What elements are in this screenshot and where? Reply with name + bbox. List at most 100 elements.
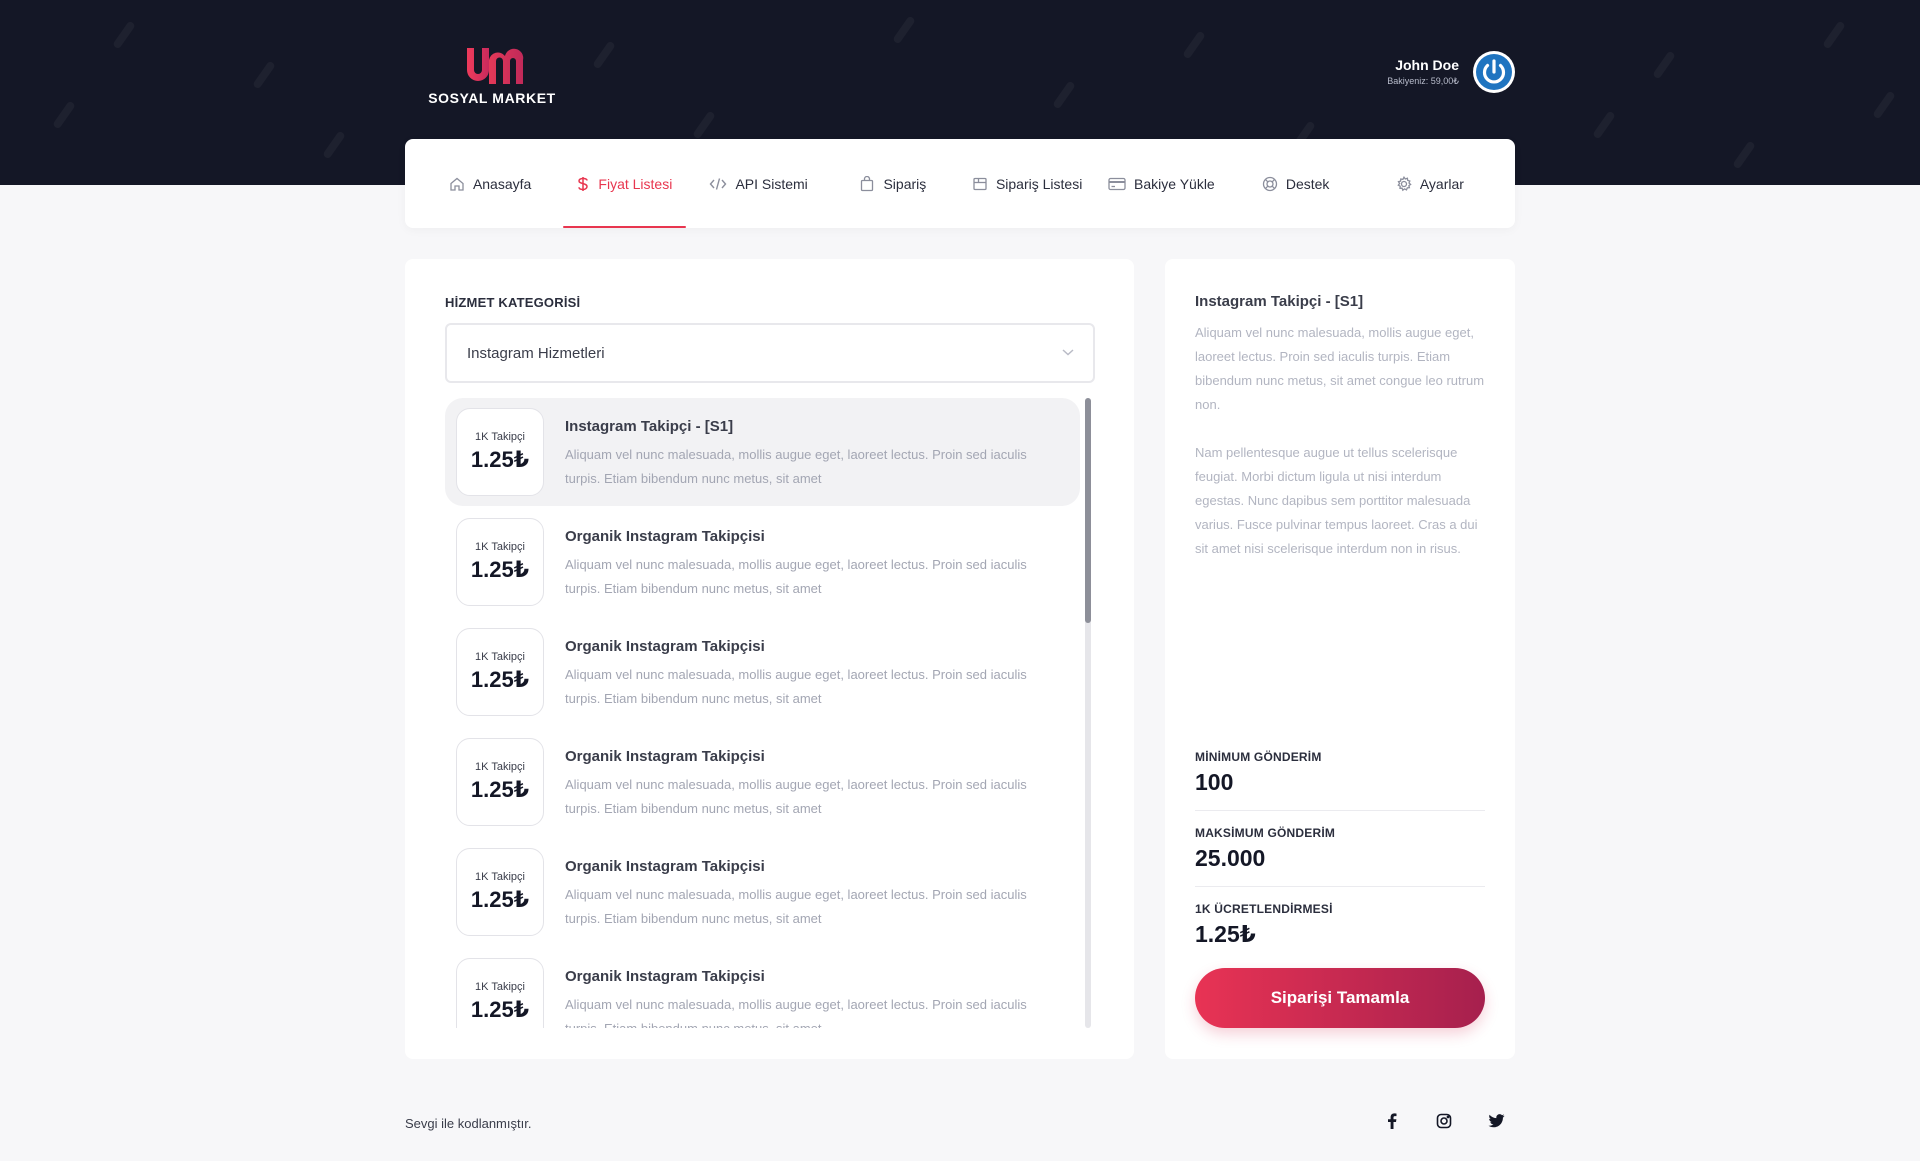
facebook-link[interactable] bbox=[1381, 1110, 1403, 1132]
nav-label: Fiyat Listesi bbox=[598, 175, 673, 192]
nav-item-bakiye-yukle[interactable]: Bakiye Yükle bbox=[1094, 139, 1228, 228]
service-description: Aliquam vel nunc malesuada, mollis augue… bbox=[565, 447, 1027, 486]
price-unit: 1K Takipçi bbox=[475, 651, 525, 663]
service-list[interactable]: 1K Takipçi 1.25₺ Instagram Takipçi - [S1… bbox=[445, 398, 1095, 1028]
category-label: HİZMET KATEGORİSİ bbox=[445, 295, 581, 310]
service-item[interactable]: 1K Takipçi 1.25₺ Instagram Takipçi - [S1… bbox=[445, 398, 1080, 506]
service-title: Instagram Takipçi - [S1] bbox=[565, 418, 734, 435]
max-order-stat: MAKSİMUM GÖNDERİM 25.000 bbox=[1195, 826, 1485, 872]
nav-label: Destek bbox=[1285, 175, 1330, 192]
user-menu: John Doe Bakiyeniz: 59,00₺ bbox=[1387, 50, 1515, 94]
twitter-icon bbox=[1488, 1114, 1504, 1128]
service-title: Organik Instagram Takipçisi bbox=[565, 858, 765, 875]
nav-item-anasayfa[interactable]: Anasayfa bbox=[423, 139, 557, 228]
price-value: 1.25₺ bbox=[470, 557, 530, 582]
price-box: 1K Takipçi 1.25₺ bbox=[456, 408, 544, 496]
logout-button[interactable] bbox=[1473, 51, 1515, 93]
facebook-icon bbox=[1388, 1113, 1397, 1129]
min-order-value: 100 bbox=[1195, 769, 1234, 795]
service-description: Aliquam vel nunc malesuada, mollis augue… bbox=[565, 557, 1027, 596]
nav-label: Anasayfa bbox=[472, 175, 532, 192]
service-title: Organik Instagram Takipçisi bbox=[565, 638, 765, 655]
nav-item-api-sistemi[interactable]: API Sistemi bbox=[692, 139, 826, 228]
service-item[interactable]: 1K Takipçi 1.25₺ Organik Instagram Takip… bbox=[445, 618, 1080, 726]
nav-item-siparis[interactable]: Sipariş bbox=[826, 139, 960, 228]
brand-name: SOSYAL MARKET bbox=[428, 90, 556, 106]
logo[interactable]: SOSYAL MARKET bbox=[417, 44, 567, 106]
detail-description-paragraph: Aliquam vel nunc malesuada, mollis augue… bbox=[1195, 325, 1485, 412]
category-selected-value: Instagram Hizmetleri bbox=[467, 344, 605, 362]
footer: Sevgi ile kodlanmıştır. bbox=[405, 1110, 1515, 1140]
service-list-card: HİZMET KATEGORİSİ Instagram Hizmetleri 1… bbox=[405, 259, 1134, 1059]
twitter-link[interactable] bbox=[1485, 1110, 1507, 1132]
nav-item-ayarlar[interactable]: Ayarlar bbox=[1363, 139, 1497, 228]
divider bbox=[1195, 886, 1485, 887]
service-description: Aliquam vel nunc malesuada, mollis augue… bbox=[565, 777, 1027, 816]
gear-icon bbox=[1396, 175, 1412, 192]
price-box: 1K Takipçi 1.25₺ bbox=[456, 518, 544, 606]
service-description: Aliquam vel nunc malesuada, mollis augue… bbox=[565, 887, 1027, 926]
detail-description: Aliquam vel nunc malesuada, mollis augue… bbox=[1195, 321, 1490, 561]
price-value: 1.25₺ bbox=[470, 777, 530, 802]
price-per-1k-stat: 1K ÜCRETLENDİRMESİ 1.25₺ bbox=[1195, 902, 1485, 948]
nav-label: Ayarlar bbox=[1419, 175, 1464, 192]
complete-order-button[interactable]: Siparişi Tamamla bbox=[1195, 968, 1485, 1028]
power-icon bbox=[1476, 54, 1512, 90]
price-unit: 1K Takipçi bbox=[475, 981, 525, 993]
price-box: 1K Takipçi 1.25₺ bbox=[456, 738, 544, 826]
price-unit: 1K Takipçi bbox=[475, 541, 525, 553]
price-unit: 1K Takipçi bbox=[475, 431, 525, 443]
nav-label: Sipariş bbox=[883, 175, 927, 192]
price-value: 1.25₺ bbox=[470, 887, 530, 912]
min-order-stat: MİNİMUM GÖNDERİM 100 bbox=[1195, 750, 1485, 796]
price-per-1k-label: 1K ÜCRETLENDİRMESİ bbox=[1195, 902, 1333, 916]
dollar-icon bbox=[576, 176, 590, 192]
nav-label: Sipariş Listesi bbox=[995, 175, 1083, 192]
price-box: 1K Takipçi 1.25₺ bbox=[456, 628, 544, 716]
service-description: Aliquam vel nunc malesuada, mollis augue… bbox=[565, 997, 1027, 1028]
price-unit: 1K Takipçi bbox=[475, 761, 525, 773]
detail-description-paragraph: Nam pellentesque augue ut tellus sceleri… bbox=[1195, 445, 1478, 556]
instagram-link[interactable] bbox=[1433, 1110, 1455, 1132]
user-balance: Bakiyeniz: 59,00₺ bbox=[1387, 76, 1459, 86]
chevron-down-icon bbox=[1062, 349, 1074, 356]
logo-mark-icon bbox=[467, 48, 524, 84]
service-description: Aliquam vel nunc malesuada, mollis augue… bbox=[565, 667, 1027, 706]
box-icon bbox=[972, 176, 988, 192]
service-item[interactable]: 1K Takipçi 1.25₺ Organik Instagram Takip… bbox=[445, 728, 1080, 836]
category-select[interactable]: Instagram Hizmetleri bbox=[445, 323, 1095, 383]
support-icon bbox=[1262, 176, 1278, 192]
price-unit: 1K Takipçi bbox=[475, 871, 525, 883]
service-detail-card: Instagram Takipçi - [S1] Aliquam vel nun… bbox=[1165, 259, 1515, 1059]
price-value: 1.25₺ bbox=[470, 447, 530, 472]
social-links bbox=[1381, 1110, 1507, 1132]
service-item[interactable]: 1K Takipçi 1.25₺ Organik Instagram Takip… bbox=[445, 838, 1080, 946]
top-bar: SOSYAL MARKET John Doe Bakiyeniz: 59,00₺ bbox=[405, 40, 1515, 110]
max-order-label: MAKSİMUM GÖNDERİM bbox=[1195, 826, 1336, 840]
nav-item-siparis-listesi[interactable]: Sipariş Listesi bbox=[960, 139, 1094, 228]
price-value: 1.25₺ bbox=[470, 997, 530, 1022]
price-box: 1K Takipçi 1.25₺ bbox=[456, 848, 544, 936]
min-order-label: MİNİMUM GÖNDERİM bbox=[1195, 750, 1322, 764]
main-nav: Anasayfa Fiyat Listesi API Sistemi Sipar… bbox=[405, 139, 1515, 228]
service-item[interactable]: 1K Takipçi 1.25₺ Organik Instagram Takip… bbox=[445, 948, 1080, 1028]
price-per-1k-value: 1.25₺ bbox=[1195, 921, 1256, 947]
max-order-value: 25.000 bbox=[1195, 845, 1266, 871]
service-item[interactable]: 1K Takipçi 1.25₺ Organik Instagram Takip… bbox=[445, 508, 1080, 616]
list-scrollbar[interactable] bbox=[1085, 398, 1091, 1028]
credit-card-icon bbox=[1108, 177, 1126, 191]
service-title: Organik Instagram Takipçisi bbox=[565, 528, 765, 545]
nav-item-destek[interactable]: Destek bbox=[1229, 139, 1363, 228]
scrollbar-thumb[interactable] bbox=[1085, 398, 1091, 623]
divider bbox=[1195, 810, 1485, 811]
instagram-icon bbox=[1436, 1113, 1452, 1129]
footer-text: Sevgi ile kodlanmıştır. bbox=[405, 1116, 532, 1131]
detail-title: Instagram Takipçi - [S1] bbox=[1195, 293, 1364, 310]
nav-label: Bakiye Yükle bbox=[1134, 175, 1215, 192]
code-icon bbox=[709, 176, 727, 192]
service-title: Organik Instagram Takipçisi bbox=[565, 748, 765, 765]
nav-item-fiyat-listesi[interactable]: Fiyat Listesi bbox=[557, 139, 691, 228]
user-name: John Doe bbox=[1395, 57, 1459, 73]
service-title: Organik Instagram Takipçisi bbox=[565, 968, 765, 985]
bag-icon bbox=[859, 175, 875, 192]
